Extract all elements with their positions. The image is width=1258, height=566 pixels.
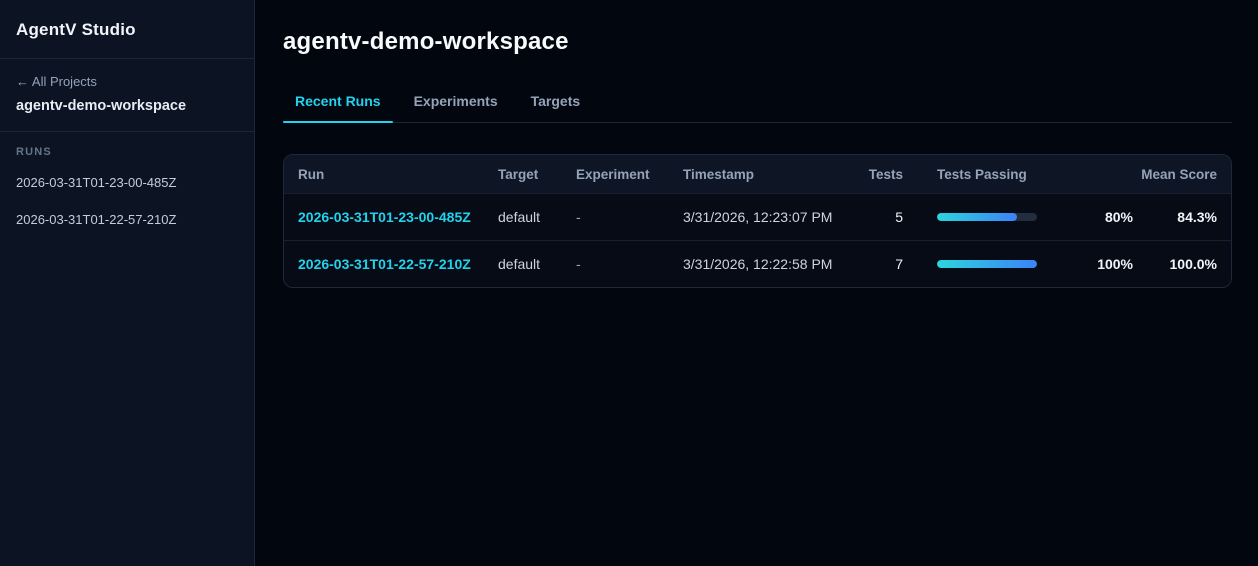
column-header-experiment: Experiment — [576, 166, 650, 182]
mean-score-cell: 84.3% — [1177, 209, 1217, 225]
progress-bar — [937, 213, 1037, 221]
target-cell: default — [498, 209, 541, 225]
column-header-run: Run — [298, 166, 325, 182]
column-header-target: Target — [498, 166, 539, 182]
timestamp-cell: 3/31/2026, 12:22:58 PM — [683, 256, 833, 272]
column-header-tests: Tests — [868, 166, 903, 182]
runs-table: Run Target Experiment Timestamp Tests Te… — [283, 154, 1232, 288]
sidebar: AgentV Studio ← All Projects agentv-demo… — [0, 0, 255, 566]
table-header-row: Run Target Experiment Timestamp Tests Te… — [284, 155, 1231, 193]
app-title: AgentV Studio — [16, 20, 136, 39]
tab-recent-runs[interactable]: Recent Runs — [283, 93, 393, 123]
run-link[interactable]: 2026-03-31T01-22-57-210Z — [298, 256, 471, 272]
tests-passing-cell: 100% — [937, 256, 1133, 272]
sidebar-project-section: ← All Projects agentv-demo-workspace — [0, 59, 254, 132]
tabbar: Recent Runs Experiments Targets — [283, 93, 1232, 123]
passing-percentage: 80% — [1104, 209, 1133, 225]
timestamp-cell: 3/31/2026, 12:23:07 PM — [683, 209, 833, 225]
tab-experiments[interactable]: Experiments — [402, 93, 510, 122]
runs-section-label: RUNS — [16, 146, 52, 158]
column-header-timestamp: Timestamp — [683, 166, 755, 182]
experiment-cell: - — [576, 256, 581, 272]
experiment-cell: - — [576, 209, 581, 225]
tests-passing-cell: 80% — [937, 209, 1133, 225]
main-content: agentv-demo-workspace Recent Runs Experi… — [255, 0, 1258, 566]
sidebar-workspace-name: agentv-demo-workspace — [16, 98, 187, 114]
sidebar-run-item[interactable]: 2026-03-31T01-23-00-485Z — [16, 164, 238, 201]
mean-score-cell: 100.0% — [1169, 256, 1217, 272]
column-header-mean-score: Mean Score — [1141, 166, 1217, 182]
target-cell: default — [498, 256, 541, 272]
sidebar-header: AgentV Studio — [0, 0, 254, 59]
sidebar-run-item[interactable]: 2026-03-31T01-22-57-210Z — [16, 201, 238, 238]
table-row: 2026-03-31T01-23-00-485Z default - 3/31/… — [284, 193, 1231, 240]
progress-bar-fill — [937, 213, 1017, 221]
table-row: 2026-03-31T01-22-57-210Z default - 3/31/… — [284, 240, 1231, 287]
sidebar-runs-section: RUNS 2026-03-31T01-23-00-485Z 2026-03-31… — [0, 132, 254, 238]
tab-targets[interactable]: Targets — [519, 93, 593, 122]
run-link[interactable]: 2026-03-31T01-23-00-485Z — [298, 209, 471, 225]
page-title: agentv-demo-workspace — [283, 28, 569, 55]
column-header-tests-passing: Tests Passing — [937, 166, 1027, 182]
tests-cell: 7 — [895, 256, 903, 272]
progress-bar — [937, 260, 1037, 268]
all-projects-back-link[interactable]: ← All Projects — [16, 74, 238, 89]
progress-bar-fill — [937, 260, 1037, 268]
tests-cell: 5 — [895, 209, 903, 225]
passing-percentage: 100% — [1097, 256, 1133, 272]
